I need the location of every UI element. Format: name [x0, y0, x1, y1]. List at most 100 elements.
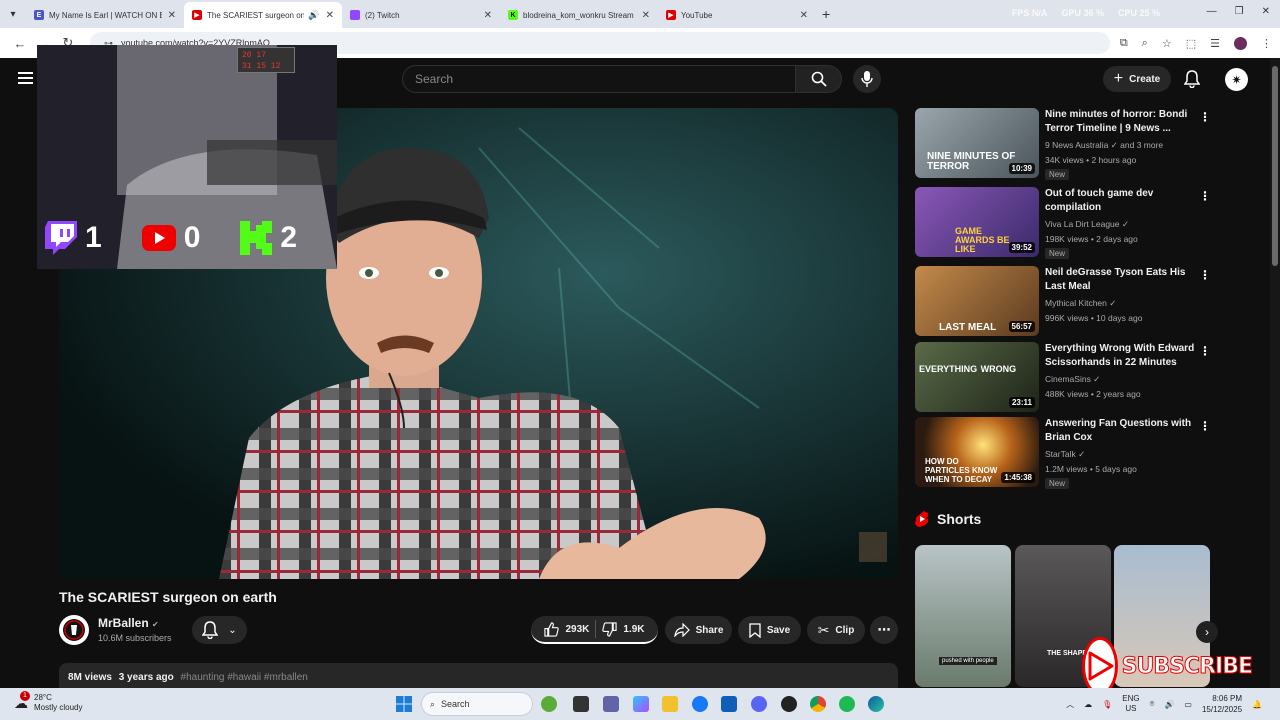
more-vertical-icon[interactable]: ⋮ [1199, 110, 1211, 124]
edge-icon[interactable] [868, 696, 884, 712]
discord-icon[interactable] [751, 696, 767, 712]
save-button[interactable]: Save [738, 616, 801, 644]
video-thumbnail[interactable]: GAME AWARDS BE LIKE 39:52 [915, 187, 1039, 257]
volume-icon[interactable]: 🔊 [1164, 700, 1174, 709]
zoom-icon[interactable]: ⌕ [1142, 37, 1148, 50]
recommended-title[interactable]: Neil deGrasse Tyson Eats His Last Meal [1045, 266, 1195, 294]
subscribed-notifications-button[interactable]: ⌄ [192, 616, 247, 644]
chevron-down-icon: ⌄ [228, 624, 237, 636]
dislike-button[interactable]: 1.9K [602, 621, 645, 637]
clip-button[interactable]: ✂ Clip [807, 616, 865, 644]
tab-search-icon[interactable]: ▾ [0, 0, 26, 28]
video-thumbnail[interactable]: EVERYTHING WRONG WITH Edward Scissorh 23… [915, 342, 1039, 412]
scrollbar-thumb[interactable] [1272, 66, 1278, 266]
network-icon[interactable]: ⌾ [1150, 699, 1155, 709]
menu-icon[interactable] [18, 72, 33, 84]
minimize-icon[interactable]: — [1207, 6, 1217, 17]
video-thumbnail[interactable]: HOW DO PARTICLES KNOW WHEN TO DECAY 1:45… [915, 417, 1039, 487]
clock[interactable]: 8:06 PM 15/12/2025 [1202, 693, 1242, 715]
close-window-icon[interactable]: ✕ [1262, 6, 1270, 17]
share-button[interactable]: Share [665, 616, 732, 644]
more-vertical-icon[interactable]: ⋮ [1199, 419, 1211, 433]
recommended-video[interactable]: GAME AWARDS BE LIKE 39:52 Out of touch g… [915, 187, 1215, 259]
hashtags[interactable]: #haunting #hawaii #mrballen [181, 672, 308, 683]
language-indicator[interactable]: ENG US [1122, 694, 1139, 714]
tab-scariest-surgeon[interactable]: ▶ The SCARIEST surgeon on e 🔊 ✕ [184, 2, 342, 28]
search-input[interactable] [402, 65, 796, 93]
recommended-title[interactable]: Everything Wrong With Edward Scissorhand… [1045, 342, 1195, 370]
more-vertical-icon[interactable]: ⋮ [1199, 344, 1211, 358]
cast-icon[interactable]: ⧉ [1120, 37, 1128, 50]
spotify-icon[interactable] [839, 696, 855, 712]
notifications-icon[interactable]: 🔔 [1252, 700, 1262, 709]
recommended-video[interactable]: LAST MEAL 56:57 Neil deGrasse Tyson Eats… [915, 266, 1215, 336]
store-icon[interactable] [721, 696, 737, 712]
close-tab-icon[interactable]: ✕ [800, 10, 808, 21]
channel-name[interactable]: MrBallen ✔ [98, 616, 159, 630]
bookmark-star-icon[interactable]: ☆ [1162, 37, 1172, 50]
account-avatar[interactable]: ✷ [1225, 68, 1248, 91]
facebook-icon[interactable] [692, 696, 708, 712]
notifications-bell-icon[interactable] [1184, 70, 1200, 88]
weather-widget[interactable]: ☁ 1 28°C Mostly cloudy [14, 690, 82, 713]
task-view-icon[interactable] [573, 696, 589, 712]
search-button[interactable] [796, 65, 842, 93]
windows-start-icon[interactable] [396, 696, 412, 712]
more-vertical-icon[interactable]: ⋮ [1199, 268, 1211, 282]
extensions-icon[interactable]: ⬚ [1186, 37, 1196, 50]
tab-youtube[interactable]: ▶ YouTube ✕ [658, 2, 816, 28]
obs-icon[interactable] [781, 696, 797, 712]
like-button[interactable]: 293K [544, 621, 589, 637]
pinned-app-icon[interactable] [541, 696, 557, 712]
tab-title: (2) Twitch [365, 10, 400, 20]
recommended-channel[interactable]: 9 News Australia ✓ and 3 more [1045, 140, 1163, 151]
recommended-video[interactable]: NINE MINUTES OF TERROR 10:39 Nine minute… [915, 108, 1215, 180]
close-tab-icon[interactable]: ✕ [168, 10, 176, 21]
recommended-channel[interactable]: StarTalk ✓ [1045, 449, 1085, 460]
back-icon[interactable]: ← [8, 36, 32, 51]
taskbar-search[interactable]: ⌕ Search [421, 692, 533, 716]
more-vertical-icon[interactable]: ⋮ [1199, 189, 1211, 203]
onedrive-icon[interactable]: ☁ [1084, 700, 1092, 709]
close-tab-icon[interactable]: ✕ [326, 10, 334, 21]
recommended-video[interactable]: EVERYTHING WRONG WITH Edward Scissorh 23… [915, 342, 1215, 412]
chrome-icon[interactable] [810, 696, 826, 712]
video-thumbnail[interactable]: NINE MINUTES OF TERROR 10:39 [915, 108, 1039, 178]
tab-kick-stream[interactable]: K blodreina_kom_wonkru Stream ✕ [500, 2, 658, 28]
voice-search-button[interactable] [853, 65, 881, 93]
video-thumbnail[interactable]: LAST MEAL 56:57 [915, 266, 1039, 336]
show-hidden-icons[interactable]: ︿ [1066, 699, 1074, 710]
browser-menu-icon[interactable]: ⋮ [1261, 37, 1272, 50]
thumbs-up-icon [544, 621, 560, 637]
battery-icon[interactable]: ▭ [1184, 700, 1192, 709]
profile-avatar[interactable] [1234, 36, 1247, 50]
teams-icon[interactable] [603, 696, 619, 712]
maximize-icon[interactable]: ❐ [1235, 6, 1244, 17]
page-scrollbar[interactable] [1270, 58, 1280, 688]
recommended-title[interactable]: Nine minutes of horror: Bondi Terror Tim… [1045, 108, 1195, 136]
recommended-title[interactable]: Answering Fan Questions with Brian Cox [1045, 417, 1195, 445]
recommended-channel[interactable]: Viva La Dirt League ✓ [1045, 219, 1129, 230]
microphone-icon[interactable]: 🎙 [1102, 700, 1112, 709]
share-label: Share [695, 624, 724, 636]
browser-tab-strip: ▾ E My Name Is Earl | WATCH ON B ✕ ▶ The… [0, 0, 1280, 28]
copilot-icon[interactable] [633, 696, 649, 712]
speaker-icon[interactable]: 🔊 [308, 10, 319, 21]
recommended-channel[interactable]: Mythical Kitchen ✓ [1045, 298, 1116, 309]
recommended-title[interactable]: Out of touch game dev compilation [1045, 187, 1195, 215]
more-actions-button[interactable]: ⋯ [870, 616, 898, 644]
channel-avatar[interactable] [59, 615, 89, 645]
tab-twitch[interactable]: (2) Twitch ✕ [342, 2, 500, 28]
plus-icon: + [1113, 70, 1124, 87]
file-explorer-icon[interactable] [662, 696, 678, 712]
new-tab-button[interactable]: + [822, 6, 830, 22]
recommended-video[interactable]: HOW DO PARTICLES KNOW WHEN TO DECAY 1:45… [915, 417, 1215, 489]
recommended-channel[interactable]: CinemaSins ✓ [1045, 374, 1100, 385]
close-tab-icon[interactable]: ✕ [484, 10, 492, 21]
short-item[interactable]: pushed with people [915, 545, 1011, 687]
tab-search-list-icon[interactable]: ☰ [1210, 37, 1220, 50]
close-tab-icon[interactable]: ✕ [642, 10, 650, 21]
create-button[interactable]: + Create [1103, 66, 1171, 92]
tab-favicon-icon: E [34, 10, 44, 20]
tab-my-name-is-earl[interactable]: E My Name Is Earl | WATCH ON B ✕ [26, 2, 184, 28]
